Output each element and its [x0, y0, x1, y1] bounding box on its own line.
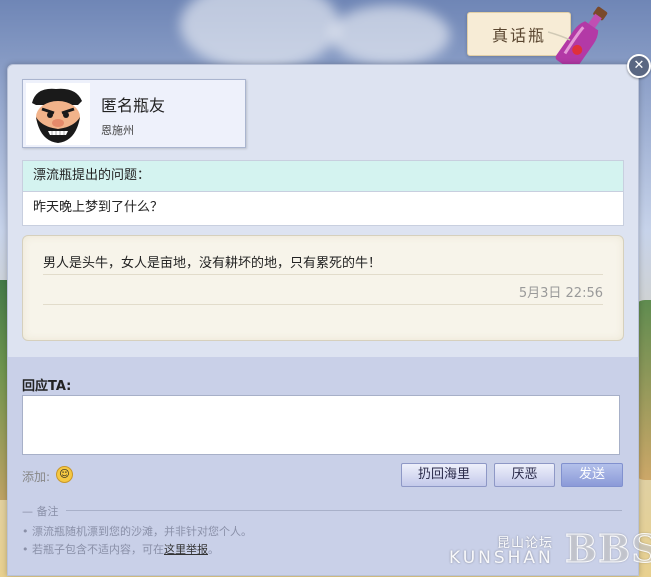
- reply-label: 回应TA:: [22, 379, 72, 394]
- sender-profile-card: 匿名瓶友 恩施州: [22, 79, 246, 148]
- notes-divider: [66, 510, 622, 511]
- bottle-dialog: 匿名瓶友 恩施州 漂流瓶提出的问题： 昨天晚上梦到了什么？ 男人是头牛，女人是亩…: [7, 64, 639, 576]
- sender-location: 恩施州: [101, 124, 134, 137]
- answer-card: 男人是头牛，女人是亩地，没有耕坏的地，只有累死的牛！ 5月3日 22:56: [22, 235, 624, 341]
- watermark-bbs: BBS: [565, 526, 651, 572]
- report-link[interactable]: 这里举报: [164, 543, 208, 556]
- answer-timestamp: 5月3日 22:56: [518, 286, 603, 301]
- question-panel: 漂流瓶提出的问题： 昨天晚上梦到了什么？: [22, 160, 624, 226]
- note-line: • 若瓶子包含不适内容，可在这里举报。: [22, 541, 219, 557]
- throw-back-button[interactable]: 扔回海里: [401, 463, 487, 487]
- answer-divider: [43, 304, 603, 305]
- send-button[interactable]: 发送: [561, 463, 623, 487]
- reply-textarea[interactable]: [22, 395, 620, 455]
- note-suffix: 。: [207, 543, 219, 556]
- background-cloud: [330, 5, 450, 65]
- close-button[interactable]: ✕: [627, 54, 651, 78]
- avatar[interactable]: [26, 83, 90, 145]
- question-text: 昨天晚上梦到了什么？: [33, 200, 164, 215]
- question-heading: 漂流瓶提出的问题：: [23, 161, 623, 192]
- add-label: 添加:: [22, 470, 51, 484]
- pirate-avatar-icon: [26, 83, 90, 145]
- answer-divider: [43, 274, 603, 275]
- dislike-button[interactable]: 厌恶: [494, 463, 555, 487]
- note-line: • 漂流瓶随机漂到您的沙滩，并非针对您个人。: [22, 525, 252, 538]
- forum-watermark: 昆山论坛 KUNSHAN BBS: [447, 526, 651, 574]
- background-cloud: [180, 0, 340, 70]
- sender-name: 匿名瓶友: [101, 96, 166, 115]
- emoji-icon[interactable]: ☺: [56, 466, 73, 483]
- notes-heading: — 备注: [22, 505, 59, 518]
- answer-text: 男人是头牛，女人是亩地，没有耕坏的地，只有累死的牛！: [43, 256, 382, 271]
- bottle-icon: [548, 6, 608, 70]
- note-prefix: • 若瓶子包含不适内容，可在: [22, 543, 164, 556]
- watermark-en: KUNSHAN: [449, 548, 554, 568]
